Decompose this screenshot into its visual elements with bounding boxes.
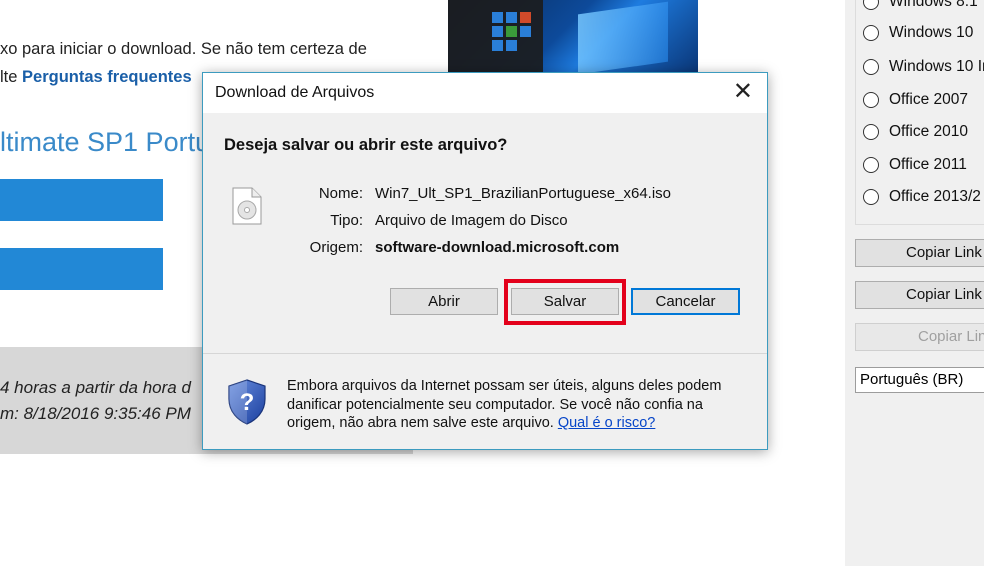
- save-highlight-box: [504, 279, 626, 325]
- origin-value: software-download.microsoft.com: [375, 239, 620, 256]
- cancel-button[interactable]: Cancelar: [631, 288, 740, 315]
- page-text-line: xo para iniciar o download. Se não tem c…: [0, 40, 367, 58]
- radio-label: Windows 8.1: [889, 0, 978, 10]
- dialog-separator: [203, 353, 767, 354]
- windows-screenshot-image: [448, 0, 698, 74]
- warning-text: Embora arquivos da Internet possam ser ú…: [287, 378, 722, 431]
- radio-label: Windows 10: [889, 24, 974, 41]
- radio-label: Office 2013/2: [889, 188, 981, 205]
- tile: [492, 26, 503, 37]
- windows-logo-image: [578, 1, 668, 74]
- radio-icon[interactable]: [863, 92, 879, 108]
- radio-icon[interactable]: [863, 25, 879, 41]
- radio-icon[interactable]: [863, 124, 879, 140]
- tile: [492, 12, 503, 23]
- radio-option[interactable]: Office 2007: [863, 89, 968, 111]
- download-32bit-button[interactable]: [0, 179, 163, 221]
- security-warning: Embora arquivos da Internet possam ser ú…: [287, 377, 747, 433]
- dialog-title: Download de Arquivos: [215, 84, 375, 101]
- tile: [520, 12, 531, 23]
- expiry-text: 4 horas a partir da hora d: [0, 378, 191, 397]
- tile: [520, 26, 531, 37]
- radio-option[interactable]: Office 2011: [863, 154, 967, 176]
- file-name-value: Win7_Ult_SP1_BrazilianPortuguese_x64.iso: [375, 185, 672, 202]
- tile: [492, 40, 503, 51]
- tile: [506, 40, 517, 51]
- radio-icon[interactable]: [863, 59, 879, 75]
- dialog-question: Deseja salvar ou abrir este arquivo?: [224, 136, 508, 154]
- copy-link-button[interactable]: Copiar Link: [855, 239, 984, 267]
- file-type-value: Arquivo de Imagem do Disco: [375, 212, 568, 229]
- radio-label: Windows 10 In: [889, 58, 984, 75]
- risk-link[interactable]: Qual é o risco?: [558, 415, 656, 431]
- radio-icon[interactable]: [863, 189, 879, 205]
- file-iso-icon: [232, 187, 262, 225]
- faq-link[interactable]: Perguntas frequentes: [22, 68, 192, 86]
- shield-warning-icon: ?: [228, 379, 266, 425]
- radio-icon[interactable]: [863, 157, 879, 173]
- radio-option[interactable]: Windows 10: [863, 22, 973, 44]
- page-text-prefix: lte: [0, 68, 23, 86]
- copy-link-button[interactable]: Copiar Link: [855, 281, 984, 309]
- download-64bit-button[interactable]: [0, 248, 163, 290]
- origin-label: Origem:: [309, 239, 363, 256]
- radio-label: Office 2011: [889, 156, 967, 173]
- language-select[interactable]: Português (BR): [855, 367, 984, 393]
- download-dialog: Download de Arquivos ✕ Deseja salvar ou …: [202, 72, 768, 450]
- tile: [506, 26, 517, 37]
- close-icon[interactable]: ✕: [733, 79, 753, 105]
- name-label: Nome:: [318, 185, 363, 202]
- expiry-date-text: m: 8/18/2016 9:35:46 PM: [0, 404, 191, 423]
- type-label: Tipo:: [330, 212, 363, 229]
- radio-option[interactable]: Office 2013/2: [863, 186, 981, 208]
- copy-link-button-disabled: Copiar Lin: [855, 323, 984, 351]
- svg-text:?: ?: [240, 389, 255, 416]
- radio-label: Office 2007: [889, 91, 968, 108]
- tile: [506, 12, 517, 23]
- radio-option[interactable]: Windows 8.1: [863, 0, 978, 13]
- radio-icon[interactable]: [863, 0, 879, 10]
- page-heading: ltimate SP1 Portu: [0, 127, 211, 157]
- dialog-titlebar[interactable]: Download de Arquivos ✕: [203, 73, 767, 113]
- open-button[interactable]: Abrir: [390, 288, 498, 315]
- radio-label: Office 2010: [889, 123, 968, 140]
- radio-option[interactable]: Windows 10 In: [863, 56, 984, 78]
- radio-option[interactable]: Office 2010: [863, 121, 968, 143]
- page-text-line-faq: lte Perguntas frequentes: [0, 68, 192, 87]
